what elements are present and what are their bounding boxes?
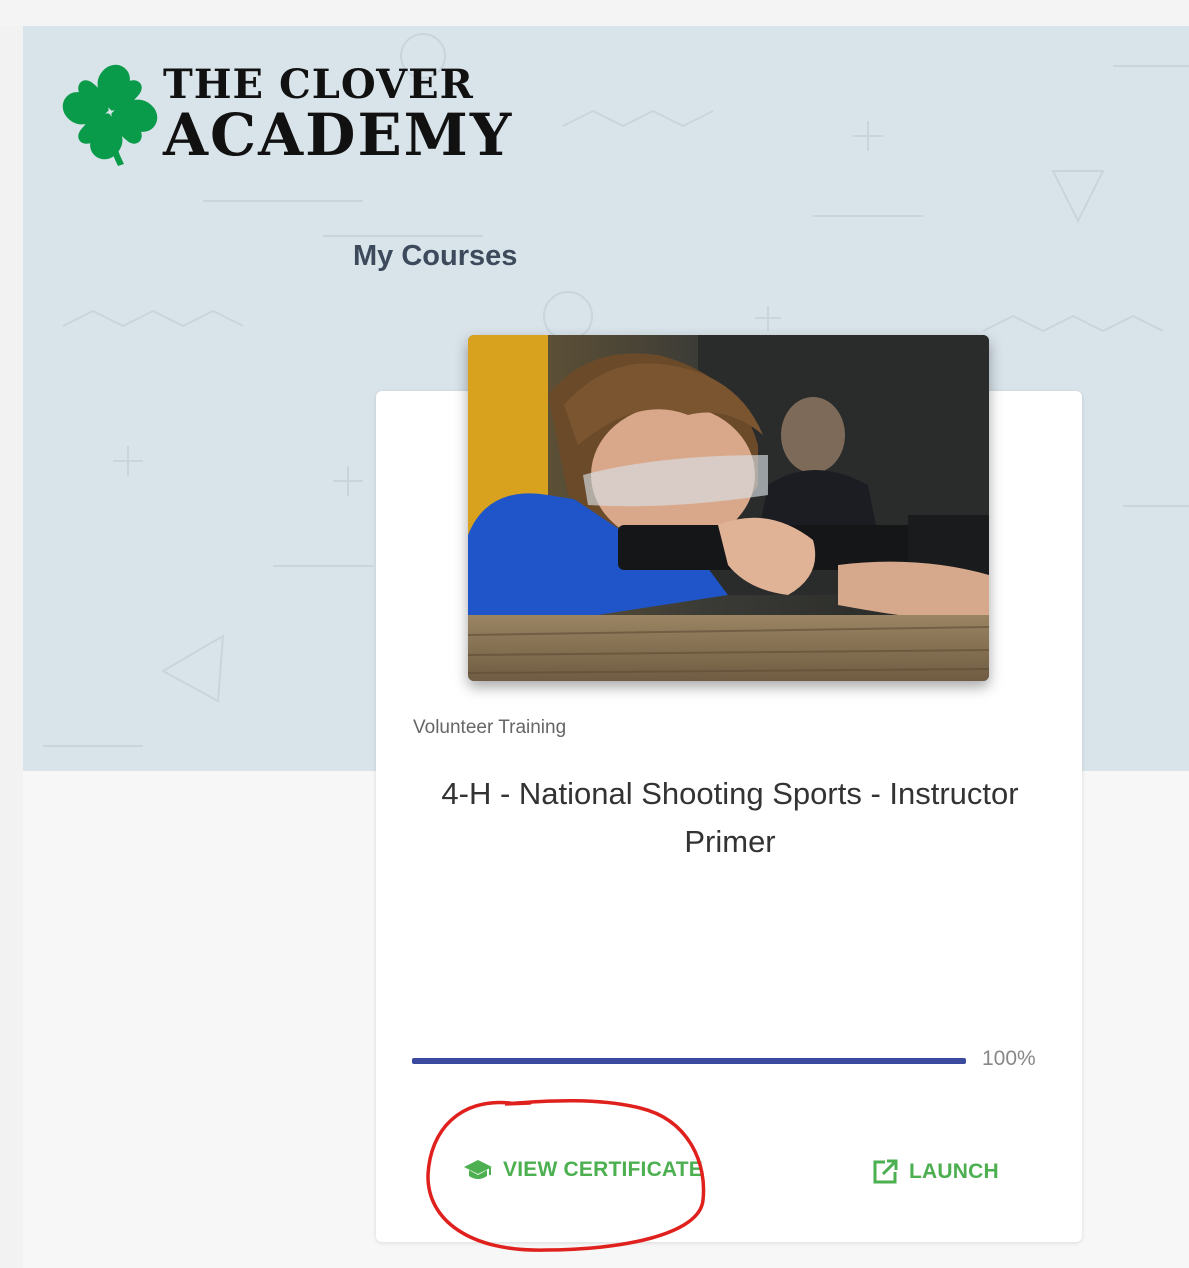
clover-academy-logo[interactable]: THE CLOVER ACADEMY bbox=[60, 62, 520, 172]
browser-top-strip bbox=[0, 0, 1189, 26]
logo-text-line2: ACADEMY bbox=[163, 101, 514, 169]
graduation-cap-icon bbox=[464, 1160, 492, 1179]
course-thumbnail[interactable] bbox=[468, 335, 989, 681]
page-title: My Courses bbox=[353, 240, 518, 272]
four-leaf-clover-icon bbox=[62, 64, 158, 166]
progress-bar-fill bbox=[412, 1058, 966, 1064]
launch-button[interactable]: LAUNCH bbox=[871, 1158, 999, 1186]
launch-label: LAUNCH bbox=[909, 1160, 999, 1183]
view-certificate-label: VIEW CERTIFICATE bbox=[503, 1158, 703, 1181]
logo-text-line1: THE CLOVER bbox=[163, 61, 474, 108]
open-in-new-icon bbox=[873, 1159, 898, 1184]
course-photo-image bbox=[468, 335, 989, 681]
progress-bar bbox=[412, 1058, 966, 1064]
view-certificate-button[interactable]: VIEW CERTIFICATE bbox=[463, 1158, 703, 1182]
course-title[interactable]: 4-H - National Shooting Sports - Instruc… bbox=[400, 770, 1060, 866]
progress-percent-label: 100% bbox=[982, 1047, 1036, 1070]
course-category: Volunteer Training bbox=[413, 717, 567, 738]
